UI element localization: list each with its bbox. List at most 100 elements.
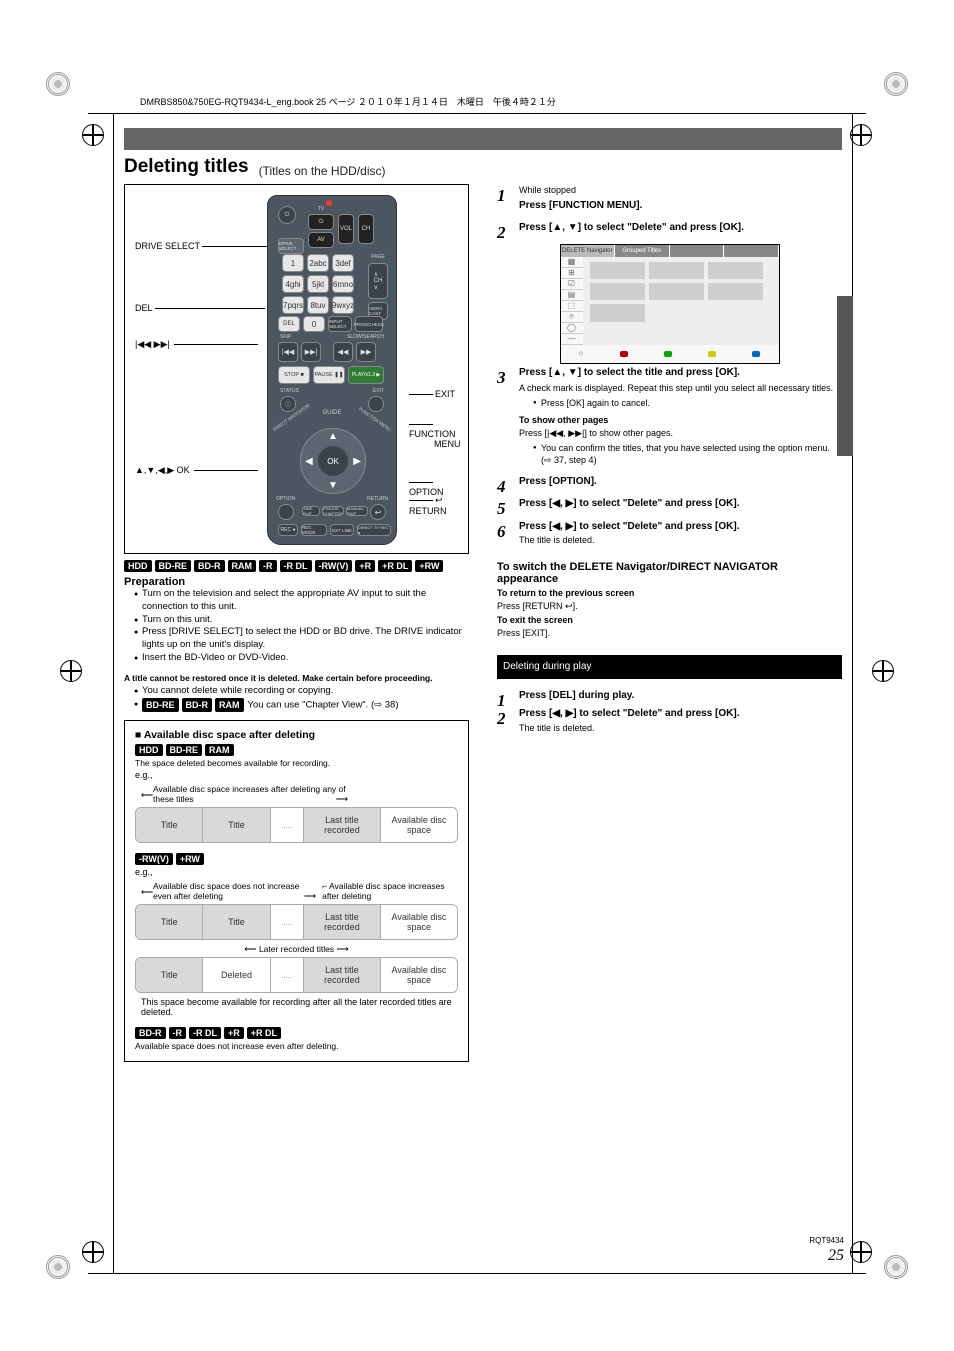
- fmt-r: -R: [259, 560, 277, 572]
- format-strip-all: HDDBD-REBD-RRAM-R-R DL-RW(V)+R+R DL+RW: [124, 560, 469, 572]
- btn-option: [278, 504, 294, 520]
- label-status: STATUS: [280, 388, 299, 394]
- btn-manual-skip: MANUAL SKIP: [346, 506, 368, 516]
- prep-item-3: Insert the BD-Video or DVD-Video.: [134, 652, 469, 665]
- tv-sidebar-icon-7: —: [561, 334, 583, 345]
- label-guide: GUIDE: [268, 410, 396, 416]
- btn-vol: VOL: [338, 214, 354, 244]
- tv-color-dot-1: [664, 351, 672, 357]
- tv-color-dot-0: [620, 351, 628, 357]
- dd-cell: Title: [136, 808, 203, 842]
- dd-cell: .....: [271, 808, 304, 842]
- prep-list: Turn on the television and select the ap…: [124, 588, 469, 665]
- label-return: ↩ RETURN: [409, 495, 456, 516]
- btn-skip-back: |◀◀: [278, 342, 298, 362]
- btn-rec: REC ●: [278, 524, 298, 536]
- step-5: 5Press [◀, ▶] to select "Delete" and pre…: [497, 497, 842, 512]
- label-skip: |◀◀ ▶▶|: [135, 339, 258, 350]
- power-icon: ⏻: [278, 206, 296, 224]
- btn-6: 6mno: [332, 275, 354, 293]
- btn-play: PLAY/x1.3 ▶: [348, 366, 384, 384]
- section-banner: [124, 128, 842, 150]
- fmt-ram: RAM: [215, 698, 244, 712]
- diag1-top-label: ⟵Available disc space increases after de…: [135, 784, 348, 805]
- eg-label-2: e.g.,: [135, 867, 458, 877]
- step-3: 3 Press [▲, ▼] to select the title and p…: [497, 366, 842, 467]
- label-return-remote: RETURN: [367, 496, 388, 502]
- btn-3: 3def: [332, 254, 354, 272]
- btn-ch-tv: CH: [358, 214, 374, 244]
- crop-cross-bl: [82, 1241, 104, 1263]
- note-cannot-delete: You cannot delete while recording or cop…: [134, 685, 469, 698]
- page-footer: RQT9434 25: [809, 1236, 844, 1267]
- btn-search-fwd: ▶▶: [356, 342, 376, 362]
- fmt-rw: +RW: [415, 560, 443, 572]
- btn-4: 4ghi: [282, 275, 304, 293]
- remote-diagram: DRIVE SELECT DEL |◀◀ ▶▶| ▲,▼,◀,▶ OK EXIT…: [124, 184, 469, 554]
- fmt-rw: +RW: [176, 853, 204, 865]
- fmt-group-3: BD-R-R-R DL+R+R DL: [135, 1027, 458, 1039]
- disc-space-heading: Available disc space after deleting: [135, 729, 458, 741]
- crop-line-right: [852, 113, 853, 1274]
- tv-sidebar-icon-2: ☑: [561, 279, 583, 290]
- dd-cell: .....: [271, 905, 304, 939]
- label-del: DEL: [135, 303, 265, 313]
- label-nav-arrows: ▲,▼,◀,▶ OK: [135, 465, 258, 476]
- diag2-row-b: TitleDeleted.....Last title recordedAvai…: [135, 957, 458, 993]
- fmt-group-1: HDDBD-RERAM: [135, 744, 458, 756]
- btn-0: 0: [303, 316, 325, 332]
- fmt-bdr: BD-R: [194, 560, 225, 572]
- tv-sidebar-icon-1: ⊞: [561, 268, 583, 279]
- crop-cross-br: [850, 1241, 872, 1263]
- crop-dot-br: [884, 1255, 908, 1279]
- dd-cell: Last title recorded: [304, 905, 381, 939]
- btn-av: AV: [308, 232, 334, 248]
- tv-tab-1: Grouped Titles: [615, 245, 670, 257]
- note-chapter-view: BD-REBD-RRAMYou can use "Chapter View". …: [134, 698, 469, 712]
- crop-dot-bl: [46, 1255, 70, 1279]
- tv-sidebar-icon-4: ⬚: [561, 301, 583, 312]
- label-option: OPTION: [409, 477, 456, 497]
- fmt-rwv: -RW(V): [135, 853, 173, 865]
- btn-create-chapter: CREATE CHAPTER: [322, 506, 344, 516]
- crop-line-bot: [88, 1273, 866, 1274]
- dd-cell: Title: [203, 808, 270, 842]
- crop-cross-tl: [82, 124, 104, 146]
- label-page: PAGE: [368, 254, 388, 260]
- dd-cell: Deleted: [203, 958, 270, 992]
- fmt-r: +R: [224, 1027, 244, 1039]
- fmt-rwv: -RW(V): [315, 560, 353, 572]
- fmt-bdre: BD-RE: [155, 560, 192, 572]
- nav-ring: OK ▲▼ ◀▶: [300, 428, 366, 494]
- label-exit: EXIT: [409, 389, 455, 399]
- dd-cell: Available disc space: [381, 808, 457, 842]
- crop-line-top: [88, 113, 866, 114]
- tv-sidebar-icon-5: ⌾: [561, 312, 583, 323]
- btn-stop: STOP ■: [278, 366, 310, 384]
- diag2-mid-label: ⟵ Later recorded titles ⟶: [135, 944, 458, 955]
- btn-input-select: INPUT SELECT: [328, 316, 352, 332]
- btn-skip-fwd: ▶▶|: [301, 342, 321, 362]
- tv-sidebar-icon-6: ◯: [561, 323, 583, 334]
- play-step-1: 1Press [DEL] during play.: [497, 689, 842, 704]
- btn-return: ↩: [370, 504, 386, 520]
- page-subtitle: (Titles on the HDD/disc): [259, 164, 842, 178]
- eg-label-1: e.g.,: [135, 770, 458, 780]
- crop-dot-tl: [46, 72, 70, 96]
- fmt-bdr: BD-R: [182, 698, 213, 712]
- crop-cross-ml: [60, 660, 82, 682]
- tv-sidebar-icon-3: ▤: [561, 290, 583, 301]
- disc-space-box: Available disc space after deleting HDDB…: [124, 720, 469, 1062]
- btn-page-ch: ∧CH∨: [368, 263, 388, 299]
- group3-text: Available space does not increase even a…: [135, 1041, 458, 1051]
- prep-item-2: Press [DRIVE SELECT] to select the HDD o…: [134, 626, 469, 652]
- crop-dot-tr: [884, 72, 908, 96]
- label-func-menu: FUNCTION MENU: [409, 419, 461, 449]
- fmt-rdl: -R DL: [280, 560, 312, 572]
- crop-cross-tr: [850, 124, 872, 146]
- dd-cell: Title: [136, 905, 203, 939]
- btn-ext-link: EXT LINK: [330, 524, 354, 536]
- page-title: Deleting titles: [124, 156, 249, 178]
- fmt-rdl: -R DL: [189, 1027, 221, 1039]
- label-option-remote: OPTION: [276, 496, 295, 502]
